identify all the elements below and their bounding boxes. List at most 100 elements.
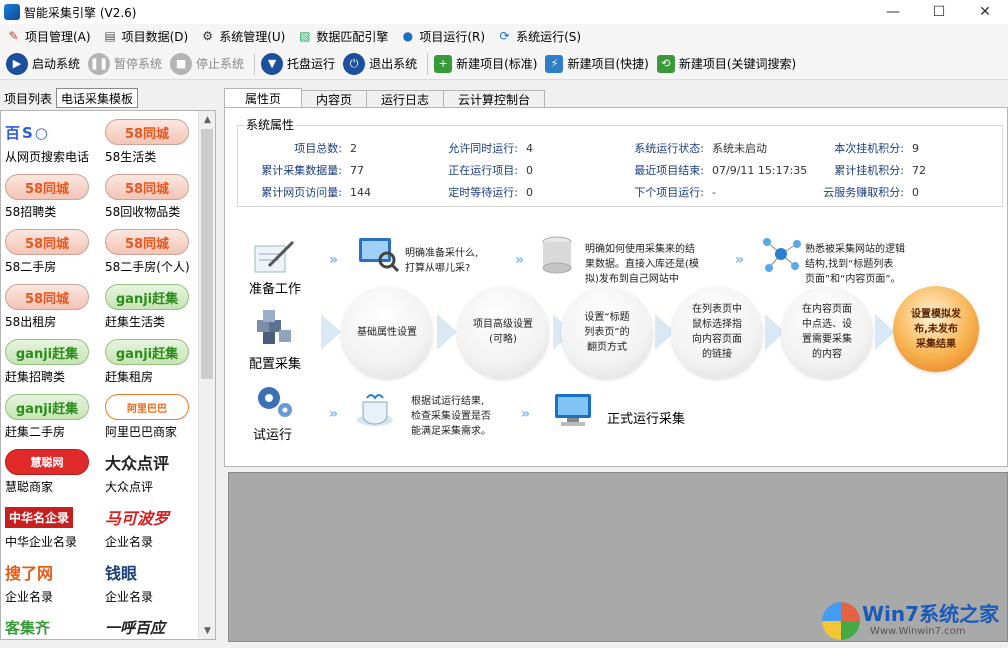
template-item[interactable]: 58同城 58出租房 — [5, 284, 105, 330]
template-item[interactable]: 阿里巴巴 阿里巴巴商家 — [105, 394, 205, 440]
pen-paper-icon — [254, 240, 295, 273]
template-item[interactable]: 58同城 58二手房(个人) — [105, 229, 205, 275]
flow-arrow — [875, 314, 895, 350]
stat-max-concurrent: 允许同时运行: 4 — [448, 142, 533, 155]
kejiqi-logo: 客集齐 — [5, 618, 51, 637]
template-list-scrollbar[interactable]: ▲ ▼ — [198, 111, 215, 639]
refresh-icon: ⟳ — [499, 29, 510, 43]
template-item[interactable]: ganji赶集 赶集二手房 — [5, 394, 105, 440]
new-project-keyword-button[interactable]: ⟲ 新建项目(关键词搜索) — [655, 51, 802, 77]
template-label: 58二手房(个人) — [105, 260, 190, 274]
template-item[interactable]: 58同城 58招聘类 — [5, 174, 105, 220]
sole-logo: 搜了网 — [5, 564, 54, 583]
quick-project-icon: ⚡ — [545, 54, 564, 73]
tab-cloud-console[interactable]: 云计算控制台 — [443, 90, 546, 108]
template-item[interactable]: 马可波罗 企业名录 — [105, 504, 205, 550]
system-properties-group: 系统属性 项目总数: 2 允许同时运行: 4 系统运行状态: 系统未启动 本次挂机积分… — [237, 116, 1003, 207]
power-icon: ⏻ — [343, 52, 366, 75]
template-item[interactable]: 58同城 58二手房 — [5, 229, 105, 275]
toolbar-separator — [427, 52, 429, 75]
template-item[interactable]: 搜了网 企业名录 — [5, 559, 105, 605]
scroll-down-icon[interactable]: ▼ — [199, 622, 216, 639]
tab-content[interactable]: 内容页 — [301, 90, 368, 108]
template-item[interactable]: 钱眼 企业名录 — [105, 559, 205, 605]
menu-system-label: 系统管理(U) — [219, 29, 286, 44]
step-configure-label: 配置采集 — [249, 357, 302, 372]
menu-project[interactable]: ✎ 项目管理(A) — [4, 25, 97, 47]
58-logo: 58同城 — [5, 174, 89, 200]
new-project-standard-button[interactable]: + 新建项目(标准) — [432, 51, 543, 77]
menu-bar: ✎ 项目管理(A) ▤ 项目数据(D) ⚙ 系统管理(U) ▧ 数据匹配引擎 ●… — [0, 24, 1008, 48]
alibaba-logo: 阿里巴巴 — [105, 394, 189, 420]
chevron-right-icon: » — [521, 406, 531, 422]
menu-project-label: 项目管理(A) — [25, 29, 91, 44]
cup-check-icon — [357, 394, 393, 426]
scroll-up-icon[interactable]: ▲ — [199, 111, 216, 128]
exit-system-button[interactable]: ⏻ 退出系统 — [341, 51, 423, 77]
template-item[interactable]: 58同城 58回收物品类 — [105, 174, 205, 220]
qianyan-logo: 钱眼 — [105, 564, 138, 583]
pause-system-button[interactable]: ❚❚ 暂停系统 — [86, 51, 168, 77]
menu-data[interactable]: ▤ 项目数据(D) — [101, 25, 195, 47]
step-formal-run: 正式运行采集 — [607, 412, 686, 427]
tab-project-list[interactable]: 项目列表 — [0, 88, 56, 108]
close-button[interactable]: ✕ — [962, 0, 1008, 24]
tray-run-button[interactable]: ▼ 托盘运行 — [259, 51, 341, 77]
menu-data-label: 项目数据(D) — [121, 29, 189, 44]
stat-system-status: 系统运行状态: 系统未启动 — [634, 142, 767, 155]
start-system-button[interactable]: ▶ 启动系统 — [4, 51, 86, 77]
template-item[interactable]: 百S○ 从网页搜索电话 — [5, 119, 105, 165]
new-project-keyword-label: 新建项目(关键词搜索) — [678, 57, 797, 71]
template-item[interactable]: 中华名企录 中华企业名录 — [5, 504, 105, 550]
project-icon: ✎ — [8, 29, 19, 43]
menu-run-project[interactable]: ● 项目运行(R) — [398, 25, 491, 47]
step-prepare-text-1: 明确准备采什么, 打算从哪儿采? — [405, 248, 479, 274]
template-label: 赶集招聘类 — [5, 370, 66, 384]
template-label: 中华企业名录 — [5, 535, 78, 549]
58-logo: 58同城 — [5, 284, 89, 310]
stat-session-points: 本次挂机积分: 9 — [834, 142, 919, 155]
template-item[interactable]: ganji赶集 赶集租房 — [105, 339, 205, 385]
stop-system-button[interactable]: ■ 停止系统 — [168, 51, 250, 77]
template-label: 企业名录 — [105, 535, 154, 549]
template-label: 58出租房 — [5, 315, 57, 329]
template-label: 企业名录 — [5, 590, 54, 604]
pause-icon: ❚❚ — [88, 52, 111, 75]
new-project-icon: + — [434, 54, 453, 73]
template-item[interactable]: 慧聪网 慧聪商家 — [5, 449, 105, 495]
stop-system-label: 停止系统 — [196, 57, 245, 71]
menu-matching[interactable]: ▧ 数据匹配引擎 — [295, 25, 394, 47]
minimize-button[interactable]: — — [870, 0, 916, 24]
maximize-button[interactable]: ☐ — [916, 0, 962, 24]
scrollbar-thumb[interactable] — [201, 129, 213, 379]
template-label: 58回收物品类 — [105, 205, 181, 219]
new-project-quick-button[interactable]: ⚡ 新建项目(快捷) — [543, 51, 654, 77]
template-item[interactable]: ganji赶集 赶集生活类 — [105, 284, 205, 330]
step-trial-text: 根据试运行结果, 检查采集设置是否 能满足采集需求。 — [411, 396, 491, 437]
computer-run-icon — [555, 394, 591, 426]
right-tab-strip: 属性页 内容页 运行日志 云计算控制台 — [224, 88, 1008, 108]
template-item[interactable]: ganji赶集 赶集招聘类 — [5, 339, 105, 385]
template-label: 58招聘类 — [5, 205, 57, 219]
tab-run-log[interactable]: 运行日志 — [366, 90, 445, 108]
menu-system[interactable]: ⚙ 系统管理(U) — [198, 25, 291, 47]
menu-run-system[interactable]: ⟳ 系统运行(S) — [495, 25, 587, 47]
template-item[interactable]: 58同城 58生活类 — [105, 119, 205, 165]
stat-last-finished: 最近项目结束: 07/9/11 15:17:35 — [634, 164, 808, 177]
ganji-logo: ganji赶集 — [105, 284, 189, 310]
template-item[interactable]: 大众点评 大众点评 — [105, 449, 205, 495]
tab-properties[interactable]: 属性页 — [224, 88, 303, 108]
step-paging-setup: 设置“标题 列表页”的 翻页方式 — [561, 286, 653, 378]
watermark-url: Www.Winwin7.com — [870, 626, 966, 637]
stat-scheduled-waiting: 定时等待运行: 0 — [448, 186, 533, 199]
stop-icon: ■ — [170, 52, 193, 75]
chevron-right-icon: » — [515, 252, 525, 268]
chevron-right-icon: » — [735, 252, 745, 268]
template-item[interactable]: 客集齐 — [5, 614, 105, 639]
58-logo: 58同城 — [105, 229, 189, 255]
template-label: 58二手房 — [5, 260, 57, 274]
tab-phone-templates[interactable]: 电话采集模板 — [56, 88, 139, 108]
title-bar: 智能采集引擎 (V2.6) — ☐ ✕ — [0, 0, 1008, 24]
template-item[interactable]: 一呼百应 — [105, 614, 205, 639]
hc360-logo: 慧聪网 — [5, 449, 89, 475]
